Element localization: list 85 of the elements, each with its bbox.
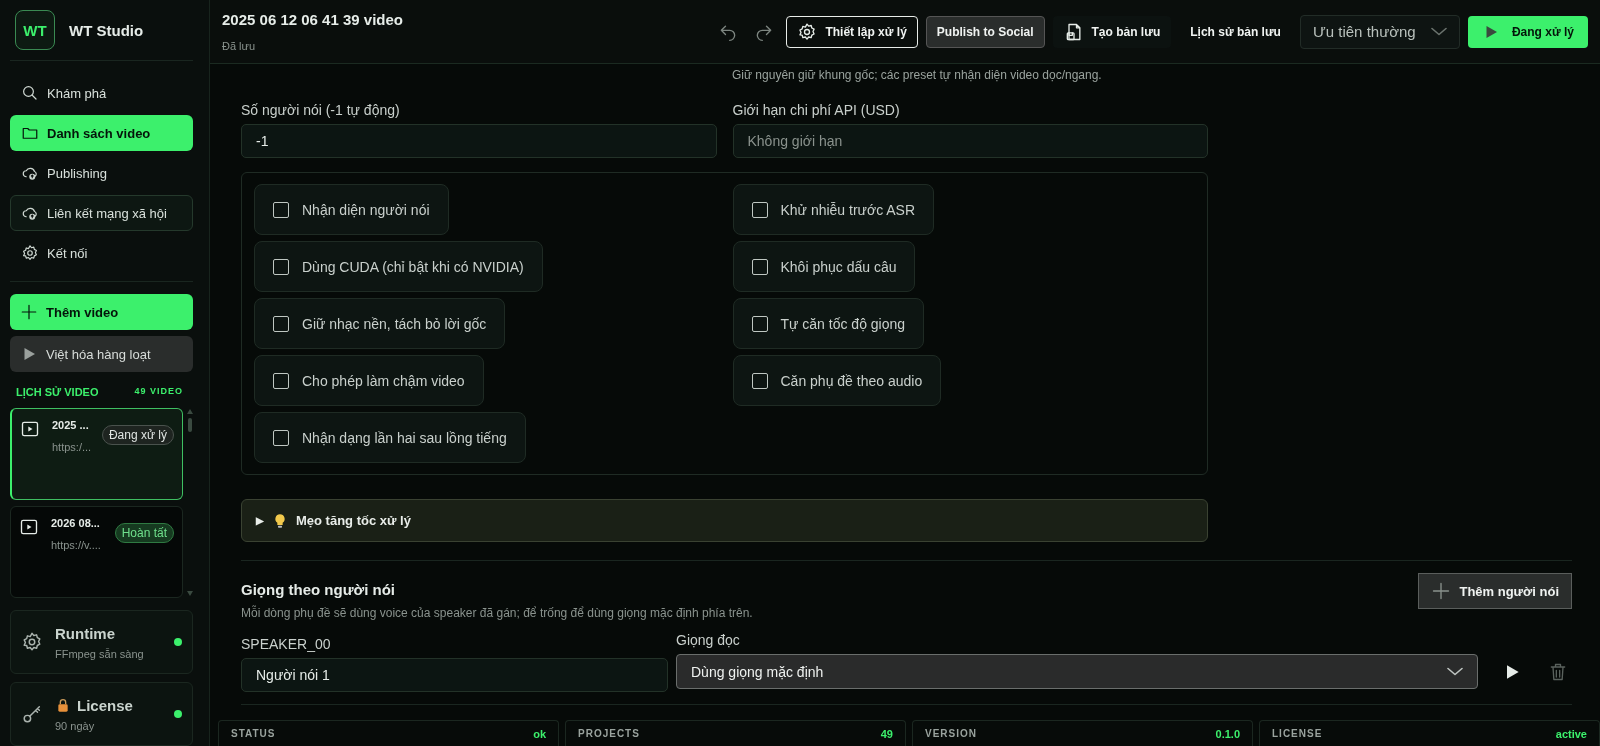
scrollbar[interactable] bbox=[187, 408, 193, 598]
add-video-button[interactable]: Thêm video bbox=[10, 294, 193, 330]
status-value: 0.1.0 bbox=[1215, 727, 1240, 740]
settings-icon bbox=[797, 21, 818, 42]
card-subtitle: FFmpeg sẵn sàng bbox=[55, 647, 145, 660]
status-value: ok bbox=[533, 727, 546, 740]
app-logo: WT bbox=[15, 10, 55, 50]
gear-icon bbox=[21, 631, 43, 653]
project-title: 2025 06 12 06 41 39 video bbox=[222, 11, 404, 28]
checkbox[interactable] bbox=[273, 372, 289, 389]
status-badge: Hoàn tất bbox=[114, 523, 174, 543]
card-title: License bbox=[77, 696, 133, 714]
chevron-icon bbox=[1430, 27, 1447, 36]
checkbox-option[interactable]: Nhận dạng lần hai sau lồng tiếng bbox=[254, 412, 526, 463]
checkbox-option[interactable]: Cho phép làm chậm video bbox=[254, 355, 484, 406]
checkbox-option[interactable]: Căn phụ đề theo audio bbox=[732, 355, 942, 406]
history-item[interactable]: 2025 ... https:/... Đang xử lý bbox=[10, 408, 183, 500]
checkbox-option[interactable]: Dùng CUDA (chỉ bật khi có NVIDIA) bbox=[254, 241, 543, 292]
video-title: 2026 08... bbox=[51, 517, 101, 529]
checkbox[interactable] bbox=[273, 201, 289, 218]
status-label: LICENSE bbox=[1272, 728, 1323, 739]
checkbox[interactable] bbox=[751, 201, 768, 218]
section-title: Giọng theo người nói bbox=[241, 581, 396, 598]
gear-icon bbox=[21, 244, 39, 262]
checkbox[interactable] bbox=[273, 315, 289, 332]
search-icon bbox=[21, 84, 39, 102]
checkbox[interactable] bbox=[273, 429, 289, 446]
section-title: LỊCH SỬ VIDEO bbox=[16, 386, 99, 398]
section-description: Mỗi dòng phụ đề sẽ dùng voice của speaker đã gán; để trống để dùng giọng mặc định phía trên. bbox=[241, 606, 753, 620]
status-value: 49 bbox=[880, 727, 893, 740]
priority-select[interactable]: Ưu tiên thường bbox=[1299, 14, 1460, 49]
checkbox-option[interactable]: Giữ nhạc nền, tách bỏ lời gốc bbox=[254, 298, 506, 349]
video-icon bbox=[20, 419, 40, 439]
sidebar-item[interactable]: Publishing bbox=[10, 155, 193, 191]
field-label: Số người nói (-1 tự động) bbox=[241, 102, 401, 118]
save-status: Đã lưu bbox=[222, 40, 257, 52]
input-field[interactable]: -1 bbox=[241, 124, 717, 158]
video-count: 49 VIDEO bbox=[134, 386, 183, 398]
input-field[interactable]: Không giới hạn bbox=[732, 124, 1208, 158]
video-url: https://v.... bbox=[51, 539, 102, 551]
status-label: PROJECTS bbox=[578, 728, 640, 739]
checkbox[interactable] bbox=[751, 258, 768, 275]
input-field[interactable]: Người nói 1 bbox=[241, 658, 668, 692]
voice-select[interactable]: Dùng giọng mặc định bbox=[676, 654, 1478, 689]
batch-button[interactable]: Việt hóa hàng loạt bbox=[10, 336, 193, 372]
status-label: STATUS bbox=[231, 728, 276, 739]
video-url: https:/... bbox=[52, 441, 90, 453]
sidebar-item[interactable]: Liên kết mạng xã hội bbox=[10, 195, 193, 231]
checkbox[interactable] bbox=[751, 315, 768, 332]
app-name: WT Studio bbox=[69, 21, 144, 39]
card-subtitle: 90 ngày bbox=[55, 719, 96, 732]
history-item[interactable]: 2026 08... https://v.... Hoàn tất bbox=[10, 506, 183, 598]
plus-icon bbox=[20, 303, 38, 321]
checkbox[interactable] bbox=[273, 258, 289, 275]
video-icon bbox=[19, 517, 39, 537]
field-label: Giọng đọc bbox=[676, 632, 741, 648]
add-speaker-button[interactable]: Thêm người nói bbox=[1418, 573, 1572, 609]
hint-text: Giữ nguyên giữ khung gốc; các preset tự nhận diện video dọc/ngang. bbox=[732, 68, 1103, 84]
checkbox-option[interactable]: Khôi phục dấu câu bbox=[732, 241, 916, 292]
sidebar-item[interactable]: Kết nối bbox=[10, 235, 193, 271]
status-label: VERSION bbox=[925, 728, 977, 739]
card-title: Runtime bbox=[55, 624, 115, 642]
toolbar-button[interactable]: Thiết lập xử lý bbox=[786, 15, 918, 48]
sidebar-item[interactable]: Khám phá bbox=[10, 75, 193, 111]
checkbox-option[interactable]: Nhận diện người nói bbox=[254, 184, 449, 235]
field-label: Giới hạn chi phí API (USD) bbox=[732, 102, 901, 118]
checkbox-option[interactable]: Tự căn tốc độ giọng bbox=[732, 298, 925, 349]
bulb-icon bbox=[272, 512, 288, 529]
key-icon bbox=[21, 703, 43, 725]
chevron-icon bbox=[1447, 667, 1463, 676]
toolbar-button[interactable]: Tạo bản lưu bbox=[1052, 15, 1172, 48]
sidebar-item[interactable]: Danh sách video bbox=[10, 115, 193, 151]
process-button[interactable]: Đang xử lý bbox=[1467, 15, 1588, 48]
tips-toggle[interactable]: ▶ Mẹo tăng tốc xử lý bbox=[241, 499, 1208, 542]
status-value: active bbox=[1555, 727, 1587, 740]
checkbox-option[interactable]: Khử nhiễu trước ASR bbox=[732, 184, 935, 235]
status-badge: Đang xử lý bbox=[101, 425, 174, 445]
checkbox[interactable] bbox=[751, 372, 768, 389]
toolbar-button[interactable]: Publish to Social bbox=[925, 15, 1045, 48]
toolbar-button[interactable]: Lịch sử bản lưu bbox=[1179, 15, 1292, 48]
video-title: 2025 ... bbox=[52, 419, 90, 431]
trash-icon bbox=[1548, 662, 1568, 682]
lock-icon bbox=[55, 697, 71, 713]
plus-icon bbox=[1431, 581, 1452, 601]
speaker-id: SPEAKER_00 bbox=[241, 636, 332, 652]
